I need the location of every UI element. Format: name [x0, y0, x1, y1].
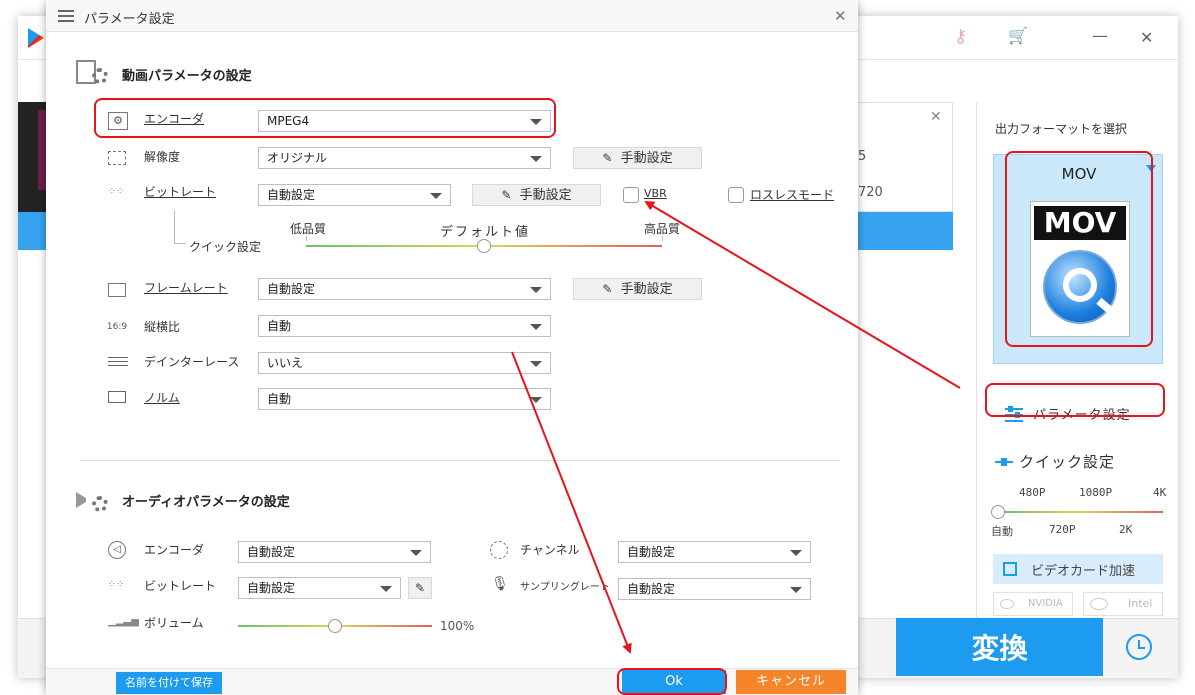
annotation-arrows	[511, 200, 961, 654]
annotation-arrow-to-vbr	[644, 200, 961, 389]
annotation-arrow-to-ok	[511, 351, 632, 654]
